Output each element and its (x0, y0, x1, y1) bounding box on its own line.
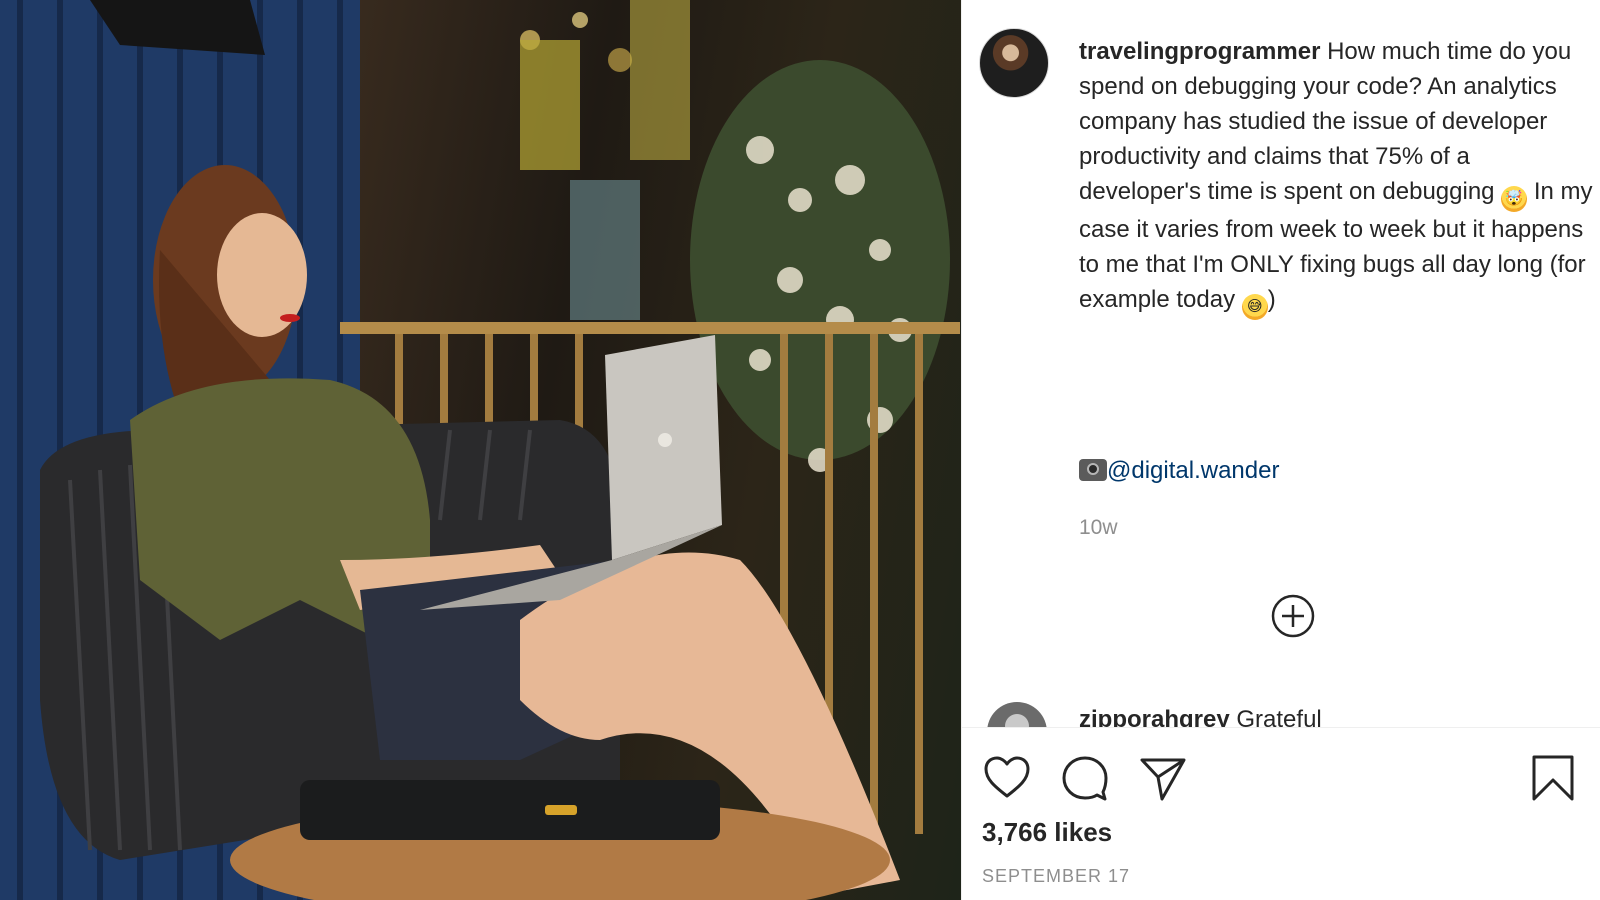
save-button[interactable] (1528, 753, 1578, 803)
exploding-head-emoji: 🤯 (1501, 186, 1528, 212)
comment-bubble-icon (1062, 756, 1108, 801)
comment-item: zipporahgrey Grateful (961, 700, 1600, 728)
actions-divider (961, 727, 1600, 728)
heart-icon (984, 756, 1030, 798)
post-date[interactable]: SEPTEMBER 17 (982, 866, 1130, 887)
likes-count[interactable]: 3,766 likes (982, 817, 1112, 848)
post-caption: travelingprogrammer How much time do you… (1079, 34, 1594, 320)
post-photo-illustration (0, 0, 960, 900)
photographer-mention-link[interactable]: @digital.wander (1107, 457, 1279, 484)
like-button[interactable] (982, 753, 1032, 803)
post-time-ago[interactable]: 10w (1079, 516, 1118, 540)
camera-flash-emoji-icon (1079, 459, 1107, 481)
photo-credit: @digital.wander (1079, 453, 1279, 488)
load-more-comments-button[interactable] (1271, 594, 1315, 638)
plus-circle-icon (1271, 594, 1315, 638)
grinning-sweat-emoji: 😅 (1241, 294, 1268, 320)
author-avatar[interactable] (979, 28, 1049, 98)
caption-text-part3: ) (1267, 286, 1276, 313)
commenter-username[interactable]: zipporahgrey (1079, 706, 1230, 728)
post-photo[interactable] (0, 0, 961, 900)
comment-button[interactable] (1060, 753, 1110, 803)
caption-username[interactable]: travelingprogrammer (1079, 38, 1320, 65)
comment-body: Grateful (1229, 706, 1322, 728)
bookmark-icon (1532, 755, 1574, 801)
commenter-avatar[interactable] (987, 702, 1047, 728)
comment-text: zipporahgrey Grateful (1079, 706, 1322, 728)
paper-plane-icon (1140, 758, 1186, 801)
share-button[interactable] (1138, 753, 1188, 803)
